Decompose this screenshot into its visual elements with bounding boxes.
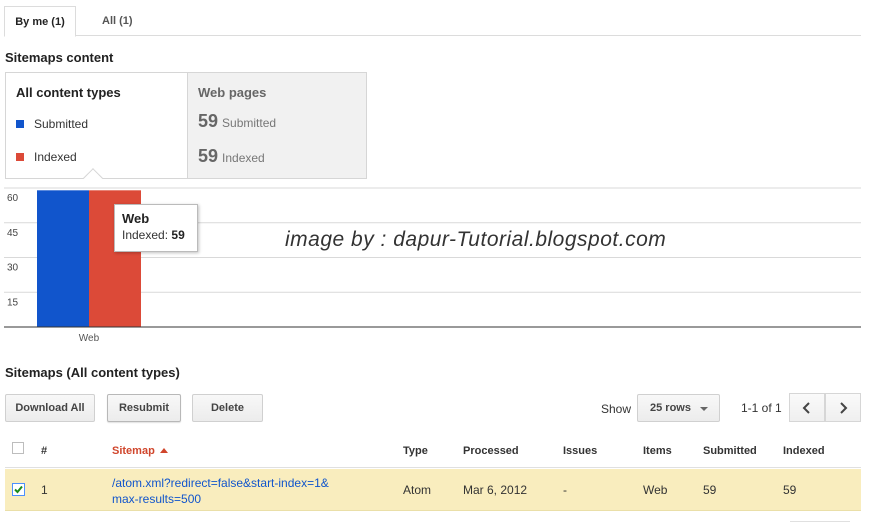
col-indexed[interactable]: Indexed xyxy=(783,445,825,457)
content-summary: All content types Submitted Indexed Web … xyxy=(5,72,367,179)
bar-submitted xyxy=(37,190,89,327)
y-tick-label: 30 xyxy=(7,263,19,274)
web-submitted-count: 59 xyxy=(198,111,219,131)
web-submitted-stat: 59 Submitted xyxy=(198,111,276,132)
chevron-left-icon xyxy=(802,402,810,414)
row-num: 1 xyxy=(41,483,48,497)
col-sitemap[interactable]: Sitemap xyxy=(112,445,168,457)
watermark-text: image by : dapur-Tutorial.blogspot.com xyxy=(285,228,667,251)
chevron-right-icon xyxy=(840,402,848,414)
sitemaps-content-title: Sitemaps content xyxy=(5,50,114,65)
legend-indexed-label: Indexed xyxy=(34,150,77,164)
tooltip-label: Indexed: xyxy=(122,228,169,242)
chart-tooltip: Web Indexed: 59 xyxy=(114,204,198,252)
row-submitted: 59 xyxy=(703,483,717,497)
y-tick-label: 60 xyxy=(7,193,19,204)
web-indexed-stat: 59 Indexed xyxy=(198,146,265,167)
col-items[interactable]: Items xyxy=(643,445,672,457)
y-tick-label: 15 xyxy=(7,297,19,308)
next-page-button[interactable] xyxy=(825,393,861,422)
web-indexed-label: Indexed xyxy=(222,151,265,165)
indexed-swatch-icon xyxy=(16,153,24,161)
tab-all[interactable]: All (1) xyxy=(92,6,143,37)
col-sitemap-label: Sitemap xyxy=(112,445,155,457)
row-checkbox[interactable] xyxy=(12,483,25,496)
all-content-types-title: All content types xyxy=(16,85,121,100)
x-category-label: Web xyxy=(79,333,100,344)
legend-submitted-label: Submitted xyxy=(34,117,89,131)
web-indexed-count: 59 xyxy=(198,146,219,166)
show-label: Show xyxy=(601,402,632,416)
sitemap-link-line2: max-results=500 xyxy=(112,492,202,506)
tab-by-me[interactable]: By me (1) xyxy=(4,6,76,37)
col-type[interactable]: Type xyxy=(403,445,428,457)
chevron-down-icon xyxy=(700,407,708,411)
sitemap-link-line1: /atom.xml?redirect=false&start-index=1& xyxy=(112,476,329,490)
tooltip-value: 59 xyxy=(171,228,185,242)
divider xyxy=(790,521,850,522)
row-indexed: 59 xyxy=(783,483,797,497)
row-issues: - xyxy=(563,483,567,497)
rows-per-page-select[interactable]: 25 rows xyxy=(637,394,720,422)
col-processed[interactable]: Processed xyxy=(463,445,519,457)
col-submitted[interactable]: Submitted xyxy=(703,445,757,457)
sitemap-link[interactable]: /atom.xml?redirect=false&start-index=1& … xyxy=(112,475,329,507)
download-all-button[interactable]: Download All xyxy=(5,394,95,422)
table-header: # Sitemap Type Processed Issues Items Su… xyxy=(5,436,861,468)
checkmark-icon xyxy=(14,485,23,494)
select-all-checkbox[interactable] xyxy=(12,442,24,454)
tooltip-line: Indexed: 59 xyxy=(122,228,190,242)
prev-page-button[interactable] xyxy=(789,393,825,422)
web-pages-panel[interactable]: Web pages 59 Submitted 59 Indexed xyxy=(187,73,366,178)
resubmit-button[interactable]: Resubmit xyxy=(107,394,181,422)
legend-submitted: Submitted xyxy=(16,117,88,131)
sort-ascending-icon xyxy=(159,448,168,453)
web-submitted-label: Submitted xyxy=(222,116,277,130)
col-issues[interactable]: Issues xyxy=(563,445,597,457)
submitted-swatch-icon xyxy=(16,120,24,128)
web-pages-title: Web pages xyxy=(198,85,267,100)
tab-bar: By me (1) All (1) xyxy=(4,6,861,37)
y-tick-label: 45 xyxy=(7,228,19,239)
sitemaps-list-title: Sitemaps (All content types) xyxy=(5,365,180,380)
row-processed: Mar 6, 2012 xyxy=(463,483,528,497)
table-row[interactable]: 1 /atom.xml?redirect=false&start-index=1… xyxy=(5,469,861,511)
legend-indexed: Indexed xyxy=(16,150,77,164)
all-content-types-panel[interactable]: All content types Submitted Indexed xyxy=(6,73,187,178)
rows-per-page-value: 25 rows xyxy=(650,402,691,414)
col-num: # xyxy=(41,445,48,457)
delete-button[interactable]: Delete xyxy=(192,394,263,422)
tooltip-title: Web xyxy=(122,211,150,226)
row-type: Atom xyxy=(403,483,432,497)
row-items: Web xyxy=(643,483,668,497)
pager-range: 1-1 of 1 xyxy=(741,401,782,415)
